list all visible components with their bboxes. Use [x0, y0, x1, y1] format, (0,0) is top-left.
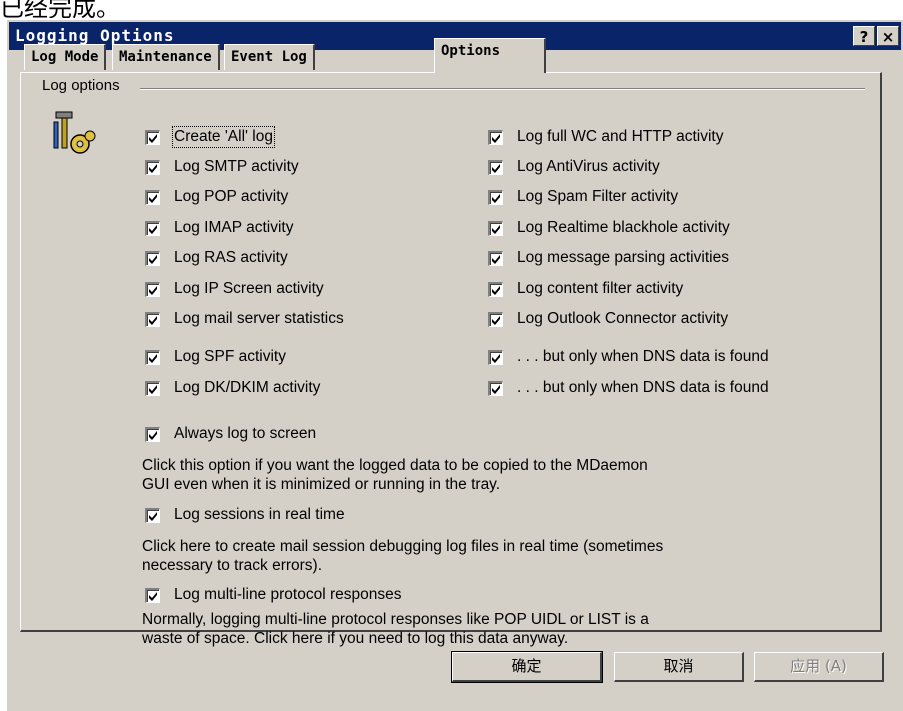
background-text-strip: 已经完成。: [0, 0, 903, 18]
checkbox-log-wc-http[interactable]: Log full WC and HTTP activity: [488, 126, 723, 148]
ok-button[interactable]: 确定: [451, 651, 603, 683]
checkbox-box[interactable]: [145, 426, 160, 442]
checkbox-log-multiline[interactable]: Log multi-line protocol responses: [145, 584, 401, 606]
screen: 已经完成。 Logging Options ? × Log Mode Maint…: [0, 0, 903, 711]
checkbox-label: Log Realtime blackhole activity: [517, 219, 730, 236]
realtime-description-line2: necessary to track errors).: [142, 557, 323, 574]
group-label: Log options: [38, 77, 124, 94]
checkbox-label: Log full WC and HTTP activity: [517, 128, 724, 145]
checkbox-box[interactable]: [145, 159, 160, 175]
always-log-description-line1: Click this option if you want the logged…: [142, 457, 648, 474]
checkbox-box[interactable]: [488, 250, 503, 266]
checkbox-label: Log RAS activity: [174, 249, 288, 266]
checkbox-box[interactable]: [145, 507, 160, 523]
checkbox-log-ras[interactable]: Log RAS activity: [145, 247, 288, 269]
checkbox-box[interactable]: [145, 220, 160, 236]
checkbox-box[interactable]: [488, 380, 503, 396]
checkbox-log-ip-screen[interactable]: Log IP Screen activity: [145, 278, 324, 300]
tab-maintenance[interactable]: Maintenance: [112, 44, 220, 70]
checkbox-box[interactable]: [145, 380, 160, 396]
checkbox-log-message-parsing[interactable]: Log message parsing activities: [488, 247, 729, 269]
checkbox-label: Log SPF activity: [174, 348, 286, 365]
checkbox-label: Log Spam Filter activity: [517, 188, 679, 205]
checkbox-label: Log Outlook Connector activity: [517, 310, 729, 327]
checkbox-always-log-to-screen[interactable]: Always log to screen: [145, 423, 316, 445]
checkbox-box[interactable]: [145, 281, 160, 297]
checkbox-label: Log mail server statistics: [174, 310, 344, 327]
checkbox-label: . . . but only when DNS data is found: [517, 379, 769, 396]
tools-gear-icon: [53, 111, 96, 154]
checkbox-log-spf[interactable]: Log SPF activity: [145, 346, 286, 368]
checkbox-log-content-filter[interactable]: Log content filter activity: [488, 278, 683, 300]
checkbox-log-outlook-connector[interactable]: Log Outlook Connector activity: [488, 308, 728, 330]
always-log-description-line2: GUI even when it is minimized or running…: [142, 476, 501, 493]
tab-options[interactable]: Options: [434, 38, 546, 73]
checkbox-log-spam-filter[interactable]: Log Spam Filter activity: [488, 186, 678, 208]
checkbox-label: Log message parsing activities: [517, 249, 729, 266]
help-button[interactable]: ?: [853, 26, 875, 46]
checkbox-log-sessions-realtime[interactable]: Log sessions in real time: [145, 504, 345, 526]
checkbox-label: Log content filter activity: [517, 280, 684, 297]
checkbox-label: Create 'All' log: [172, 126, 275, 148]
checkbox-label: Log SMTP activity: [174, 158, 299, 175]
checkbox-dkim-dns-only[interactable]: . . . but only when DNS data is found: [488, 377, 769, 399]
checkbox-label: Log AntiVirus activity: [517, 158, 660, 175]
checkbox-label: Always log to screen: [174, 425, 317, 442]
checkbox-box[interactable]: [488, 129, 503, 145]
checkbox-log-imap[interactable]: Log IMAP activity: [145, 217, 293, 239]
checkbox-log-smtp[interactable]: Log SMTP activity: [145, 156, 299, 178]
checkbox-box[interactable]: [145, 250, 160, 266]
checkbox-box[interactable]: [488, 349, 503, 365]
checkbox-box[interactable]: [488, 220, 503, 236]
checkbox-log-mail-stats[interactable]: Log mail server statistics: [145, 308, 344, 330]
checkbox-box[interactable]: [488, 189, 503, 205]
close-button[interactable]: ×: [877, 26, 899, 46]
dialog-title: Logging Options: [15, 26, 175, 45]
realtime-description-line1: Click here to create mail session debugg…: [142, 538, 664, 555]
multiline-description-line1: Normally, logging multi-line protocol re…: [142, 611, 649, 628]
checkbox-label: Log IP Screen activity: [174, 280, 324, 297]
checkbox-log-antivirus[interactable]: Log AntiVirus activity: [488, 156, 660, 178]
checkbox-box[interactable]: [488, 281, 503, 297]
apply-button[interactable]: 应用 (A): [754, 652, 884, 682]
checkbox-label: Log multi-line protocol responses: [174, 586, 402, 603]
group-divider: [140, 88, 865, 90]
checkbox-box[interactable]: [488, 311, 503, 327]
checkbox-box[interactable]: [145, 189, 160, 205]
checkbox-log-realtime-blackhole[interactable]: Log Realtime blackhole activity: [488, 217, 730, 239]
checkbox-label: . . . but only when DNS data is found: [517, 348, 769, 365]
background-text: 已经完成。: [0, 0, 120, 18]
checkbox-box[interactable]: [145, 349, 160, 365]
checkbox-spf-dns-only[interactable]: . . . but only when DNS data is found: [488, 346, 769, 368]
multiline-description-line2: waste of space. Click here if you need t…: [142, 630, 569, 647]
checkbox-label: Log POP activity: [174, 188, 289, 205]
checkbox-create-all-log[interactable]: Create 'All' log: [145, 126, 275, 148]
checkbox-box[interactable]: [145, 587, 160, 603]
cancel-button[interactable]: 取消: [614, 652, 744, 682]
tab-log-mode[interactable]: Log Mode: [24, 44, 107, 70]
checkbox-box[interactable]: [145, 129, 160, 145]
checkbox-label: Log IMAP activity: [174, 219, 294, 236]
checkbox-label: Log sessions in real time: [174, 506, 345, 523]
checkbox-log-pop[interactable]: Log POP activity: [145, 186, 288, 208]
checkbox-log-dkim[interactable]: Log DK/DKIM activity: [145, 377, 320, 399]
tab-event-log[interactable]: Event Log: [224, 44, 315, 70]
checkbox-box[interactable]: [145, 311, 160, 327]
checkbox-box[interactable]: [488, 159, 503, 175]
checkbox-label: Log DK/DKIM activity: [174, 379, 321, 396]
